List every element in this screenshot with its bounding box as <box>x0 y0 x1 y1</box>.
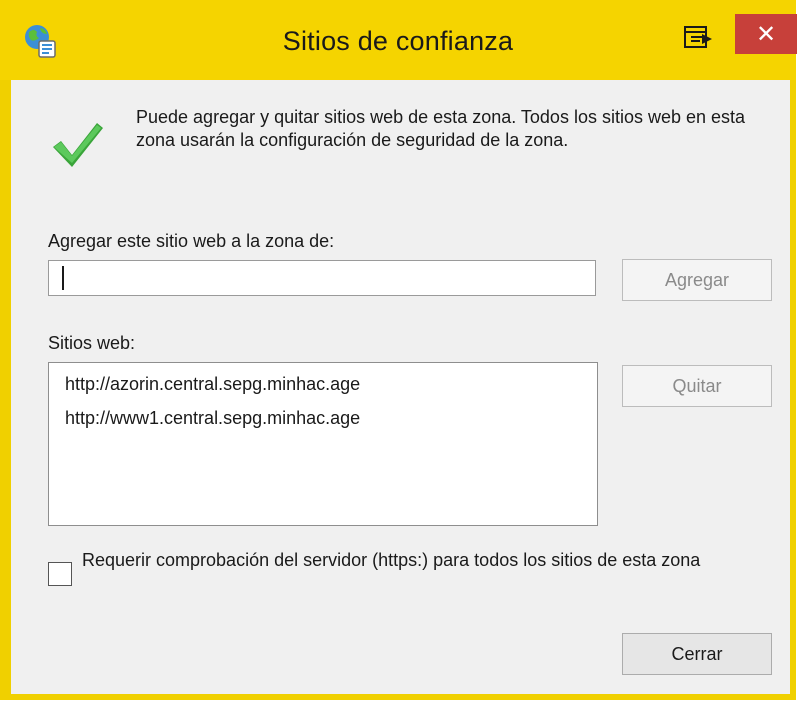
add-site-label: Agregar este sitio web a la zona de: <box>48 231 335 251</box>
text-caret <box>62 266 64 290</box>
trusted-sites-dialog: Sitios de confianza ✕ Puede agregar y qu… <box>0 0 797 700</box>
add-button[interactable]: Agregar <box>622 259 772 301</box>
close-icon: ✕ <box>755 20 777 48</box>
list-item[interactable]: http://www1.central.sepg.minhac.age <box>65 408 360 429</box>
site-url-input[interactable] <box>48 260 596 296</box>
websites-label: Sitios web: <box>48 333 136 353</box>
require-https-label[interactable]: Requerir comprobación del servidor (http… <box>82 549 762 572</box>
title-bar[interactable]: Sitios de confianza ✕ <box>0 0 797 80</box>
restore-window-icon[interactable] <box>683 24 713 52</box>
require-https-checkbox[interactable] <box>48 562 72 586</box>
green-checkmark-icon <box>53 123 103 167</box>
remove-button[interactable]: Quitar <box>622 365 772 407</box>
close-button[interactable]: ✕ <box>735 14 797 54</box>
list-item[interactable]: http://azorin.central.sepg.minhac.age <box>65 374 360 395</box>
websites-list[interactable]: http://azorin.central.sepg.minhac.age ht… <box>48 362 598 526</box>
dialog-title: Sitios de confianza <box>282 26 514 56</box>
zone-description: Puede agregar y quitar sitios web de est… <box>136 107 746 150</box>
close-dialog-button[interactable]: Cerrar <box>622 633 772 675</box>
